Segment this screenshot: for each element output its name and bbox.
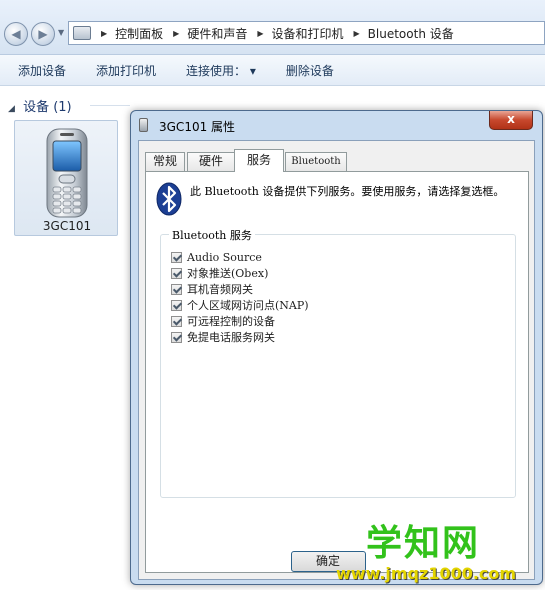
service-checkbox[interactable] (171, 251, 182, 263)
dialog-titlebar[interactable]: 3GC101 属性 x (131, 111, 542, 139)
close-icon: x (507, 112, 515, 126)
service-item[interactable]: 免提电话服务网关 (171, 329, 309, 345)
remove-device-button[interactable]: 删除设备 (286, 62, 334, 79)
control-panel-icon (73, 26, 91, 40)
service-checkbox[interactable] (171, 283, 182, 295)
watermark-url: www.jmqz1000.com (336, 564, 517, 583)
breadcrumb-separator-icon[interactable]: ▶ (257, 29, 263, 38)
service-item[interactable]: 对象推送(Obex) (171, 265, 309, 281)
breadcrumb-separator-icon[interactable]: ▶ (173, 29, 179, 38)
service-label: Audio Source (187, 250, 262, 264)
bluetooth-services-group: Bluetooth 服务 Audio Source 对象推送(Obex) 耳机音… (160, 227, 516, 498)
forward-button[interactable]: ▶ (31, 22, 55, 46)
service-label: 可远程控制的设备 (187, 315, 275, 328)
watermark-logo-text: 学知网 (366, 523, 481, 564)
mobile-phone-icon (46, 128, 88, 218)
breadcrumb-devices-printers[interactable]: 设备和打印机 (272, 25, 344, 42)
add-device-button[interactable]: 添加设备 (18, 62, 66, 79)
breadcrumb-hardware-sound[interactable]: 硬件和声音 (187, 25, 247, 42)
services-list: Audio Source 对象推送(Obex) 耳机音频网关 个人区域网访问点(… (171, 249, 309, 345)
service-item[interactable]: 个人区域网访问点(NAP) (171, 297, 309, 313)
breadcrumb-control-panel[interactable]: 控制面板 (115, 25, 163, 42)
forward-arrow-icon: ▶ (38, 27, 48, 41)
service-checkbox[interactable] (171, 267, 182, 279)
services-group-title: Bluetooth 服务 (169, 227, 255, 243)
connect-using-label: 连接使用： (186, 63, 247, 78)
collapse-group-icon[interactable]: ◢ (8, 104, 15, 114)
services-tab-panel: 此 Bluetooth 设备提供下列服务。要使用服务，请选择复选框。 Bluet… (145, 171, 529, 573)
breadcrumb-separator-icon[interactable]: ▶ (354, 29, 360, 38)
service-label: 耳机音频网关 (187, 283, 253, 296)
device-tile[interactable]: 3GC101 (14, 120, 118, 236)
breadcrumb-separator-icon[interactable]: ▶ (101, 29, 107, 38)
close-button[interactable]: x (489, 111, 533, 130)
dialog-title: 3GC101 属性 (159, 120, 236, 134)
address-bar-region: ◀ ▶ ▼ ▶ 控制面板 ▶ 硬件和声音 ▶ 设备和打印机 ▶ Bluetoot… (0, 0, 545, 55)
service-label: 对象推送(Obex) (187, 267, 269, 280)
tab-hardware[interactable]: 硬件 (187, 152, 235, 171)
service-item[interactable]: 耳机音频网关 (171, 281, 309, 297)
tab-services[interactable]: 服务 (234, 149, 284, 172)
breadcrumb-bluetooth-devices[interactable]: Bluetooth 设备 (368, 25, 454, 42)
service-checkbox[interactable] (171, 299, 182, 311)
service-label: 个人区域网访问点(NAP) (187, 299, 309, 312)
back-arrow-icon: ◀ (11, 27, 21, 41)
service-item[interactable]: 可远程控制的设备 (171, 313, 309, 329)
address-breadcrumb[interactable]: ▶ 控制面板 ▶ 硬件和声音 ▶ 设备和打印机 ▶ Bluetooth 设备 (68, 21, 545, 45)
properties-dialog: 3GC101 属性 x 常规 硬件 服务 Bluetooth 此 Bluetoo… (130, 110, 543, 585)
service-checkbox[interactable] (171, 315, 182, 327)
tab-bluetooth[interactable]: Bluetooth (285, 152, 347, 171)
phone-small-icon (139, 118, 148, 132)
add-printer-button[interactable]: 添加打印机 (96, 62, 156, 79)
bluetooth-icon (156, 182, 182, 216)
service-label: 免提电话服务网关 (187, 331, 275, 344)
back-button[interactable]: ◀ (4, 22, 28, 46)
service-item[interactable]: Audio Source (171, 249, 309, 265)
devices-group-title: 设备 (1) (23, 100, 72, 115)
device-name-label: 3GC101 (42, 219, 92, 233)
group-divider (90, 105, 130, 106)
service-checkbox[interactable] (171, 331, 182, 343)
devices-group-header[interactable]: ◢ 设备 (1) (8, 96, 72, 115)
command-toolbar: 添加设备 添加打印机 连接使用： ▾ 删除设备 (0, 55, 545, 86)
services-intro-text: 此 Bluetooth 设备提供下列服务。要使用服务，请选择复选框。 (190, 185, 505, 198)
tab-general[interactable]: 常规 (145, 152, 185, 171)
chevron-down-icon: ▾ (249, 63, 256, 78)
recent-pages-dropdown-icon[interactable]: ▼ (58, 28, 64, 37)
connect-using-menu[interactable]: 连接使用： ▾ (186, 62, 256, 79)
